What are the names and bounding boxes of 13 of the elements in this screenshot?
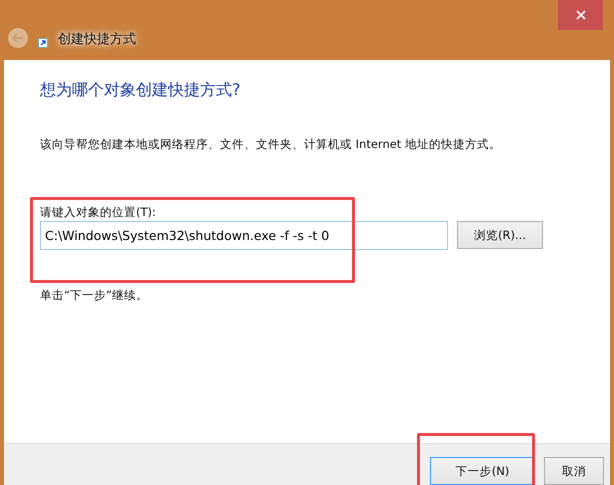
cancel-button[interactable]: 取消	[544, 457, 604, 485]
shortcut-icon	[38, 38, 48, 48]
location-input-field[interactable]: C:\Windows\System32\shutdown.exe -f -s -t 0	[40, 221, 448, 250]
back-arrow-icon	[12, 33, 24, 43]
close-button[interactable]	[558, 0, 603, 30]
next-button[interactable]: 下一步(N)	[430, 457, 535, 485]
wizard-description: 该向导帮您创建本地或网络程序、文件、文件夹、计算机或 Internet 地址的快捷方式。	[40, 137, 502, 152]
wizard-heading: 想为哪个对象创建快捷方式?	[40, 80, 242, 101]
close-icon	[576, 10, 586, 20]
continue-hint: 单击“下一步”继续。	[40, 288, 149, 303]
window-title: 创建快捷方式	[58, 31, 136, 48]
location-label: 请键入对象的位置(T):	[40, 205, 157, 219]
browse-button[interactable]: 浏览(R)...	[457, 221, 543, 249]
